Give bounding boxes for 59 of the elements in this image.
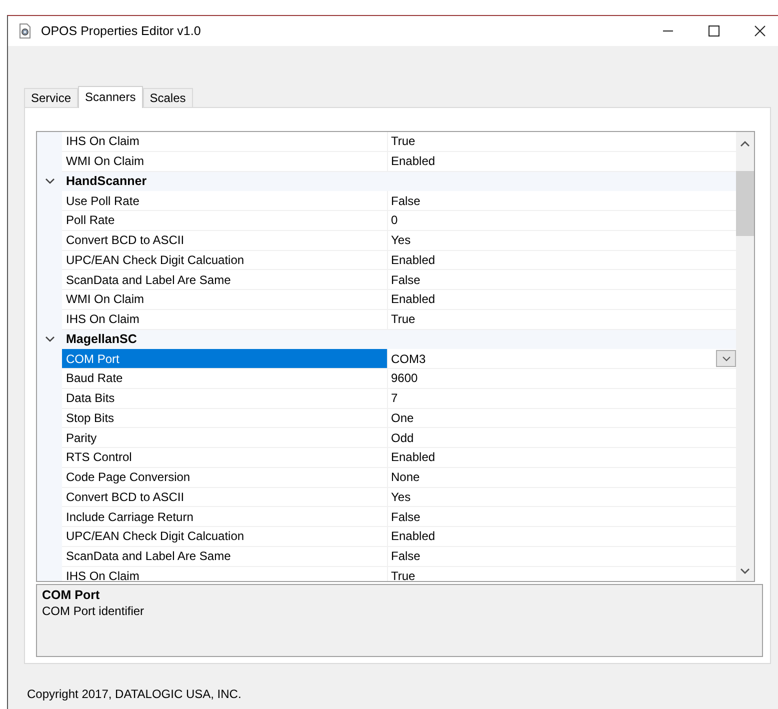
- property-name[interactable]: Use Poll Rate: [62, 191, 388, 211]
- property-value: False: [391, 510, 420, 524]
- dropdown-button[interactable]: [716, 350, 736, 368]
- property-name[interactable]: Baud Rate: [62, 369, 388, 389]
- property-value: True: [391, 312, 416, 326]
- property-name[interactable]: COM Port: [62, 349, 388, 369]
- tab[interactable]: Service: [24, 88, 78, 107]
- tab[interactable]: Scales: [142, 88, 193, 107]
- property-name[interactable]: Include Carriage Return: [62, 507, 388, 527]
- window-title: OPOS Properties Editor v1.0: [41, 24, 201, 38]
- property-name[interactable]: Convert BCD to ASCII: [62, 488, 388, 508]
- property-name[interactable]: Data Bits: [62, 388, 388, 408]
- property-value: COM3: [391, 352, 426, 366]
- caret-icon: [722, 356, 730, 362]
- property-name[interactable]: RTS Control: [62, 448, 388, 468]
- property-name[interactable]: Convert BCD to ASCII: [62, 230, 388, 250]
- description-title: COM Port: [42, 588, 101, 602]
- property-value: True: [391, 568, 416, 581]
- property-value: Enabled: [391, 450, 436, 464]
- property-value: True: [391, 134, 416, 148]
- property-value: Enabled: [391, 529, 436, 544]
- property-name[interactable]: ScanData and Label Are Same: [62, 546, 388, 566]
- copyright-text: Copyright 2017, DATALOGIC USA, INC.: [26, 687, 242, 701]
- category-label[interactable]: MagellanSC: [62, 332, 137, 346]
- chevron-icon[interactable]: [44, 335, 54, 344]
- property-value: Odd: [391, 430, 414, 445]
- property-name[interactable]: Parity: [62, 428, 388, 448]
- scroll-thumb[interactable]: [736, 171, 754, 236]
- property-value: Enabled: [391, 292, 436, 306]
- scroll-up-icon[interactable]: [740, 140, 750, 147]
- scroll-down-icon[interactable]: [740, 568, 750, 575]
- property-name[interactable]: Poll Rate: [62, 211, 388, 231]
- property-value: 7: [391, 391, 398, 406]
- property-name[interactable]: UPC/EAN Check Digit Calcuation: [62, 527, 388, 547]
- property-value: One: [391, 410, 414, 425]
- property-name[interactable]: ScanData and Label Are Same: [62, 270, 388, 290]
- property-name[interactable]: WMI On Claim: [62, 290, 388, 310]
- description-text: COM Port identifier: [42, 604, 146, 618]
- property-name[interactable]: Stop Bits: [62, 408, 388, 428]
- chevron-icon[interactable]: [44, 177, 54, 186]
- property-value: False: [391, 272, 420, 287]
- property-value: False: [391, 549, 420, 564]
- property-value: 0: [391, 213, 398, 228]
- maximize-icon[interactable]: [708, 25, 720, 37]
- app-icon: [17, 23, 33, 39]
- property-value: Yes: [391, 490, 411, 504]
- property-name[interactable]: Code Page Conversion: [62, 468, 388, 488]
- tab[interactable]: Scanners: [78, 86, 143, 108]
- property-name[interactable]: UPC/EAN Check Digit Calcuation: [62, 250, 388, 270]
- property-value: False: [391, 194, 420, 208]
- property-value: Enabled: [391, 154, 436, 168]
- property-value: Enabled: [391, 252, 436, 267]
- property-value: None: [391, 470, 420, 484]
- property-name[interactable]: IHS On Claim: [62, 132, 388, 152]
- close-icon[interactable]: [754, 25, 766, 37]
- category-label[interactable]: HandScanner: [62, 174, 147, 188]
- property-value: 9600: [391, 371, 418, 386]
- scrollbar[interactable]: [736, 132, 754, 581]
- property-value: Yes: [391, 233, 411, 248]
